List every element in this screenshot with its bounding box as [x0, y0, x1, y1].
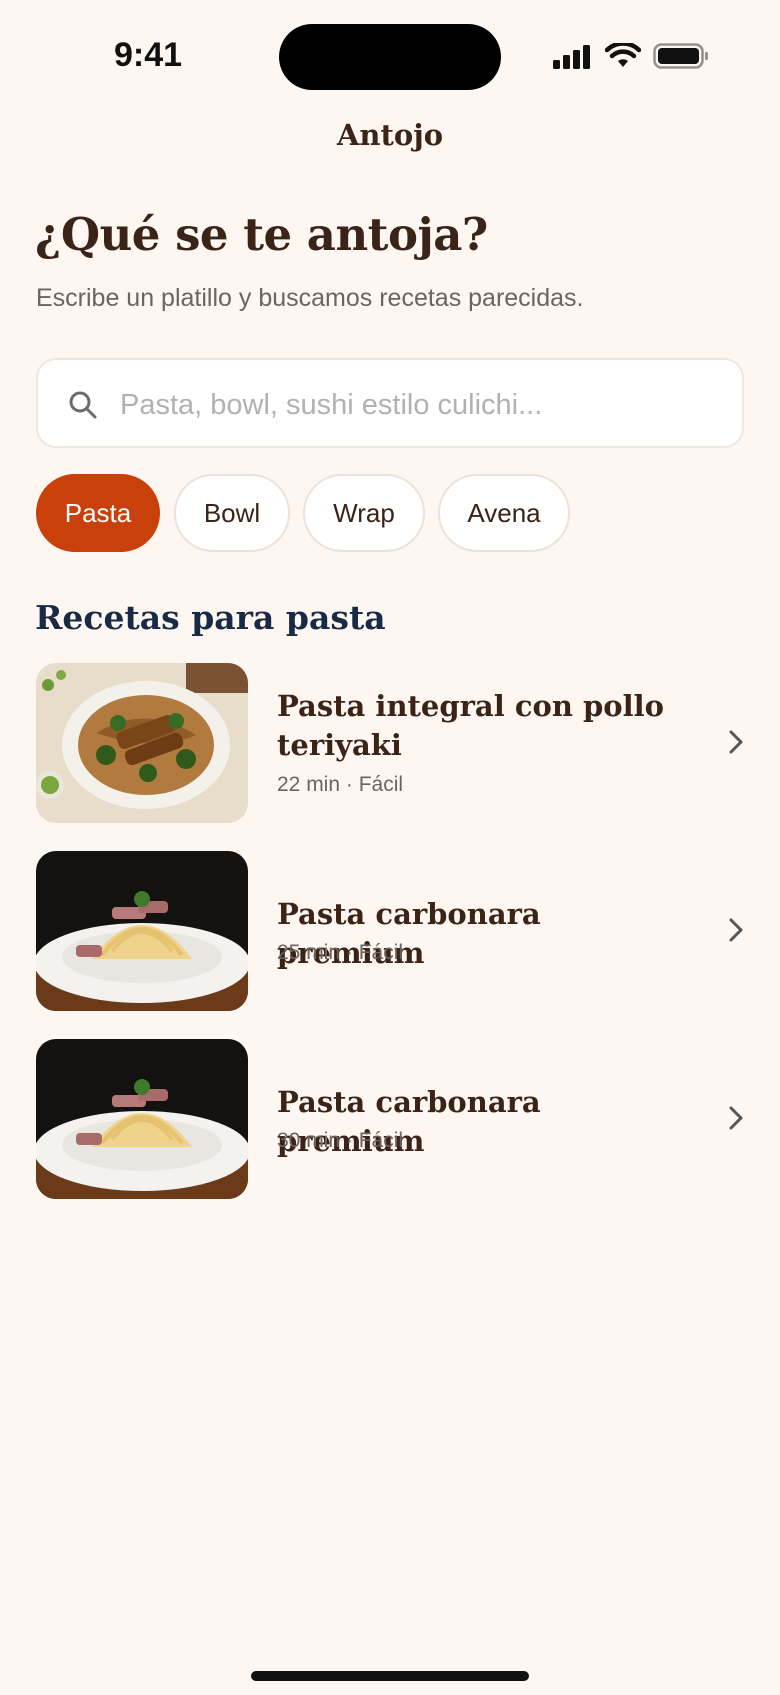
wifi-icon	[605, 43, 641, 67]
recipe-card[interactable]: Pasta carbonara premium 25 min · Fácil	[36, 851, 746, 1011]
signal-icon	[553, 45, 590, 69]
chip-pasta[interactable]: Pasta	[36, 474, 160, 552]
chip-bowl[interactable]: Bowl	[174, 474, 290, 552]
recipe-meta: 22 min · Fácil	[277, 773, 404, 796]
status-bar: 9:41	[0, 0, 780, 110]
recipe-card[interactable]: Pasta carbonara premium 30 min · Fácil	[36, 1039, 746, 1199]
dynamic-island	[279, 24, 501, 90]
recipe-meta: 25 min · Fácil	[277, 941, 404, 964]
recipe-image	[36, 663, 248, 823]
status-time: 9:41	[114, 36, 183, 74]
search-box[interactable]	[36, 358, 744, 448]
recipe-title: Pasta integral con pollo teriyaki	[277, 689, 665, 762]
recipe-image	[36, 851, 248, 1011]
recipe-image	[36, 1039, 248, 1199]
recipe-card[interactable]: Pasta integral con pollo teriyaki 22 min…	[36, 663, 746, 823]
chevron-right-icon	[729, 918, 743, 942]
search-input[interactable]	[118, 382, 722, 428]
battery-icon	[653, 43, 708, 69]
section-title: Recetas para pasta	[35, 598, 386, 637]
chevron-right-icon	[729, 730, 743, 754]
chip-avena[interactable]: Avena	[438, 474, 570, 552]
chevron-right-icon	[729, 1106, 743, 1130]
app-title: Antojo	[336, 118, 444, 152]
chip-wrap[interactable]: Wrap	[303, 474, 425, 552]
search-icon	[69, 391, 97, 419]
page-subtitle: Escribe un platillo y buscamos recetas p…	[36, 284, 584, 312]
home-indicator[interactable]	[251, 1671, 529, 1681]
recipe-meta: 30 min · Fácil	[277, 1129, 404, 1152]
page-headline: ¿Qué se te antoja?	[35, 208, 488, 261]
